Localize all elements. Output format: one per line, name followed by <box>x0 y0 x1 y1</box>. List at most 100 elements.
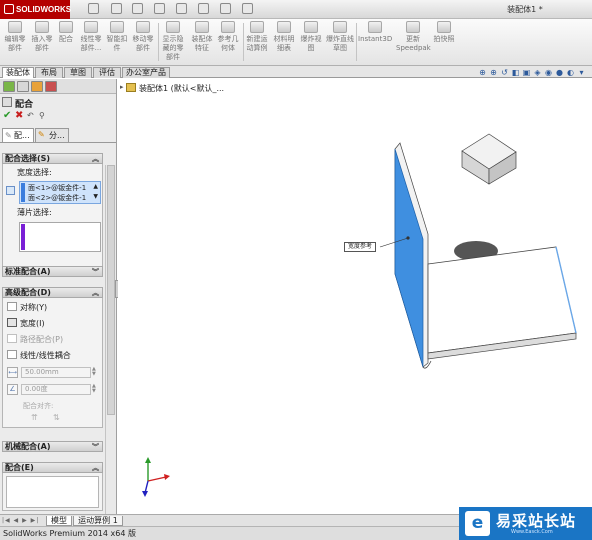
mechanical-mates-header[interactable]: 机械配合(A) ︾ <box>2 441 103 452</box>
panel-scrollbar[interactable] <box>105 165 116 515</box>
tab-sketch[interactable]: 草图 <box>64 67 92 78</box>
view-orientation-icon[interactable]: ▣ <box>522 68 531 77</box>
angle-field[interactable]: 0.00度 <box>21 384 91 395</box>
mates-body <box>2 473 103 511</box>
advanced-mates-header[interactable]: 高级配合(D) ︽ <box>2 287 103 298</box>
option-label: 线性/线性耦合 <box>20 351 71 360</box>
property-manager-tab-icon[interactable] <box>17 81 29 92</box>
ok-icon[interactable]: ✔ <box>3 110 11 121</box>
edit-component-button[interactable]: 编辑零部件 <box>2 21 28 63</box>
button-label: 线性零部件... <box>80 35 102 52</box>
previous-view-icon[interactable]: ↺ <box>500 68 509 77</box>
logo-text: SOLIDWORKS <box>16 5 72 14</box>
solidworks-logo[interactable]: SOLIDWORKS <box>0 0 72 19</box>
symmetric-option[interactable]: 对称(Y) <box>7 302 47 313</box>
width-selection-list[interactable]: 面<1>@钣金件-1 面<2>@钣金件-1 ▲ ▼ <box>19 181 101 204</box>
distance-icon: ⟷ <box>7 367 18 378</box>
speedpak-icon <box>406 21 420 33</box>
cancel-icon[interactable]: ✖ <box>15 110 23 121</box>
reference-geometry-button[interactable]: 参考几何体 <box>216 21 240 63</box>
distance-field[interactable]: 50.00mm <box>21 367 91 378</box>
feature-manager-tab-icon[interactable] <box>3 81 15 92</box>
document-title: 装配体1 * <box>507 5 543 14</box>
button-label: 插入零部件 <box>31 35 53 52</box>
undo-icon[interactable] <box>176 3 187 14</box>
appearance-icon[interactable]: ● <box>555 68 564 77</box>
expand-icon: ︾ <box>92 268 99 276</box>
scene-icon[interactable]: ◐ <box>566 68 575 77</box>
instant3d-button[interactable]: Instant3D <box>358 21 392 63</box>
undo-icon[interactable]: ↶ <box>27 111 34 120</box>
list-item[interactable]: 面<2>@钣金件-1 <box>28 193 86 203</box>
angle-stepper[interactable]: ▲ ▼ <box>92 384 96 394</box>
tab-assembly[interactable]: 装配体 <box>2 67 34 78</box>
options-icon[interactable] <box>242 3 253 14</box>
section-view-icon[interactable]: ◧ <box>511 68 520 77</box>
tab-layout[interactable]: 布局 <box>35 67 63 78</box>
mates-list[interactable] <box>6 476 99 508</box>
tab-label: 分... <box>49 131 65 140</box>
zoom-to-fit-icon[interactable]: ⊕ <box>478 68 487 77</box>
move-component-button[interactable]: 移动零部件 <box>130 21 156 63</box>
assembly-features-button[interactable]: 装配体特征 <box>190 21 214 63</box>
model-drawing <box>142 133 577 497</box>
mate-selections-header[interactable]: 配合选择(S) ︽ <box>2 153 103 164</box>
linear-coupler-option[interactable]: 线性/线性耦合 <box>7 350 71 361</box>
edit-component-icon <box>8 21 22 33</box>
hide-show-icon[interactable]: ◉ <box>544 68 553 77</box>
linear-pattern-icon <box>84 21 98 33</box>
tab-motion-study[interactable]: 运动算例 1 <box>73 516 123 526</box>
scrollbar-thumb[interactable] <box>107 165 115 415</box>
tab-evaluate[interactable]: 评估 <box>93 67 121 78</box>
insert-component-icon <box>35 21 49 33</box>
width-option[interactable]: 宽度(I) <box>7 318 45 329</box>
distance-stepper[interactable]: ▲ ▼ <box>92 367 96 377</box>
bill-of-materials-button[interactable]: 材料明细表 <box>272 21 296 63</box>
select-icon[interactable] <box>198 3 209 14</box>
collapse-icon: ︽ <box>92 289 99 297</box>
pushpin-icon[interactable]: ⚲ <box>39 111 45 120</box>
appearance-manager-tab-icon[interactable] <box>45 81 57 92</box>
display-style-icon[interactable]: ◈ <box>533 68 542 77</box>
exploded-view-button[interactable]: 爆炸视图 <box>299 21 323 63</box>
show-hidden-button[interactable]: 显示隐藏的零部件 <box>160 21 186 63</box>
open-file-icon[interactable] <box>111 3 122 14</box>
tab-navigation-arrows[interactable]: |◀ ◀ ▶ ▶| <box>2 517 39 524</box>
linear-pattern-button[interactable]: 线性零部件... <box>78 21 104 63</box>
take-snapshot-button[interactable]: 拍快照 <box>432 21 456 63</box>
tab-selection-list[interactable] <box>19 222 101 252</box>
view-toolbar: ⊕ ⊕ ↺ ◧ ▣ ◈ ◉ ● ◐ ▾ <box>478 68 590 78</box>
tab-office-products[interactable]: 办公室产品 <box>122 67 170 78</box>
button-label: 智能扣件 <box>106 35 128 52</box>
save-icon[interactable] <box>132 3 143 14</box>
status-text: SolidWorks Premium 2014 x64 版 <box>3 529 136 538</box>
list-item[interactable]: 面<1>@钣金件-1 <box>28 183 86 193</box>
new-file-icon[interactable] <box>88 3 99 14</box>
configuration-manager-tab-icon[interactable] <box>31 81 43 92</box>
instant3d-icon <box>368 21 382 33</box>
mate-button[interactable]: 配合 <box>56 21 76 63</box>
graphics-area[interactable]: ▸ 装配体1 (默认<默认_... 宽度参考 <box>118 79 592 514</box>
smart-fasteners-button[interactable]: 智能扣件 <box>106 21 128 63</box>
width-reference-callout[interactable]: 宽度参考 <box>344 242 377 252</box>
camera-icon <box>437 21 451 33</box>
print-icon[interactable] <box>154 3 165 14</box>
mates-header[interactable]: 配合(E) ︽ <box>2 462 103 473</box>
update-speedpak-button[interactable]: 更新Speedpak <box>396 21 431 63</box>
rebuild-icon[interactable] <box>220 3 231 14</box>
selection-indicator <box>21 183 25 202</box>
view-settings-icon[interactable]: ▾ <box>577 68 586 77</box>
smart-fasteners-icon <box>110 21 124 33</box>
reference-geometry-icon <box>221 21 235 33</box>
scroll-down-icon[interactable]: ▼ <box>93 193 98 200</box>
tab-model[interactable]: 模型 <box>46 516 72 526</box>
explode-line-sketch-button[interactable]: 爆炸直线草图 <box>326 21 354 63</box>
standard-mates-header[interactable]: 标准配合(A) ︾ <box>2 266 103 277</box>
triad-x-axis <box>147 476 167 482</box>
watermark-logo: e 易采站长站 Www.Easck.Com <box>459 507 592 540</box>
scroll-up-icon[interactable]: ▲ <box>93 183 98 190</box>
insert-component-button[interactable]: 插入零部件 <box>30 21 54 63</box>
zoom-area-icon[interactable]: ⊕ <box>489 68 498 77</box>
new-motion-study-button[interactable]: 新建运动算例 <box>245 21 269 63</box>
button-label: 编辑零部件 <box>4 35 26 52</box>
